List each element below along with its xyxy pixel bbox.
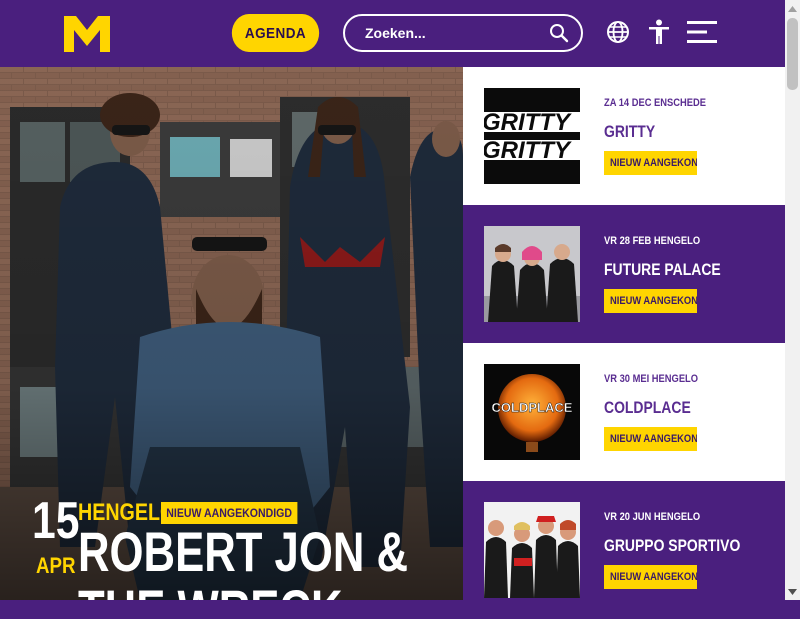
event-card-gruppo-sportivo[interactable]: VR 20 JUN HENGELO GRUPPO SPORTIVO NIEUW … (463, 481, 785, 619)
event-badge: NIEUW AANGEKONDIGD (604, 565, 697, 589)
event-title[interactable]: COLDPLACE (604, 398, 691, 418)
search-icon[interactable] (549, 23, 569, 43)
event-card-future-palace[interactable]: VR 28 FEB HENGELO FUTURE PALACE NIEUW AA… (463, 205, 785, 343)
event-thumbnail: GRITTY GRITTY (484, 88, 580, 184)
search-placeholder: Zoeken... (365, 25, 426, 41)
thumb-logo-text: GRITTY (484, 109, 572, 136)
logo-icon[interactable] (64, 16, 110, 52)
site-header: AGENDA Zoeken... (0, 0, 785, 67)
event-card-coldplace[interactable]: COLDPLACE VR 30 MEI HENGELO COLDPLACE NI… (463, 343, 785, 481)
event-title[interactable]: GRITTY (604, 122, 655, 142)
event-title[interactable]: GRUPPO SPORTIVO (604, 536, 740, 556)
featured-event[interactable]: 15 APR HENGELO NIEUW AANGEKONDIGD ROBERT… (0, 67, 463, 600)
featured-event-title[interactable]: ROBERT JON & THE WRECK (78, 523, 445, 601)
scroll-down-arrow-icon[interactable] (785, 583, 800, 600)
page-scrollbar[interactable] (785, 0, 800, 600)
event-title[interactable]: FUTURE PALACE (604, 260, 721, 280)
event-badge: NIEUW AANGEKONDIGD (604, 151, 697, 175)
event-thumbnail (484, 226, 580, 322)
event-date-location: VR 28 FEB HENGELO (604, 235, 701, 247)
search-input[interactable]: Zoeken... (343, 14, 583, 52)
featured-event-day: 15 (32, 492, 80, 550)
agenda-button[interactable]: AGENDA (231, 14, 320, 52)
event-date-location: VR 30 MEI HENGELO (604, 373, 699, 385)
accessibility-icon[interactable] (644, 17, 674, 47)
event-date-location: VR 20 JUN HENGELO (604, 511, 701, 523)
thumb-logo-text: COLDPLACE (492, 400, 573, 415)
globe-icon[interactable] (603, 17, 633, 47)
event-date-location: ZA 14 DEC ENSCHEDE (604, 97, 707, 109)
menu-icon[interactable] (687, 17, 717, 47)
event-thumbnail (484, 502, 580, 598)
scroll-up-arrow-icon[interactable] (785, 0, 800, 17)
event-card-gritty[interactable]: GRITTY GRITTY ZA 14 DEC ENSCHEDE GRITTY … (463, 67, 785, 205)
event-thumbnail: COLDPLACE (484, 364, 580, 460)
event-badge: NIEUW AANGEKONDIGD (604, 427, 697, 451)
scrollbar-thumb[interactable] (787, 18, 798, 90)
event-badge: NIEUW AANGEKONDIGD (604, 289, 697, 313)
featured-event-month: APR (36, 553, 76, 578)
thumb-logo-text: GRITTY (484, 137, 572, 164)
event-list: GRITTY GRITTY ZA 14 DEC ENSCHEDE GRITTY … (463, 67, 785, 619)
